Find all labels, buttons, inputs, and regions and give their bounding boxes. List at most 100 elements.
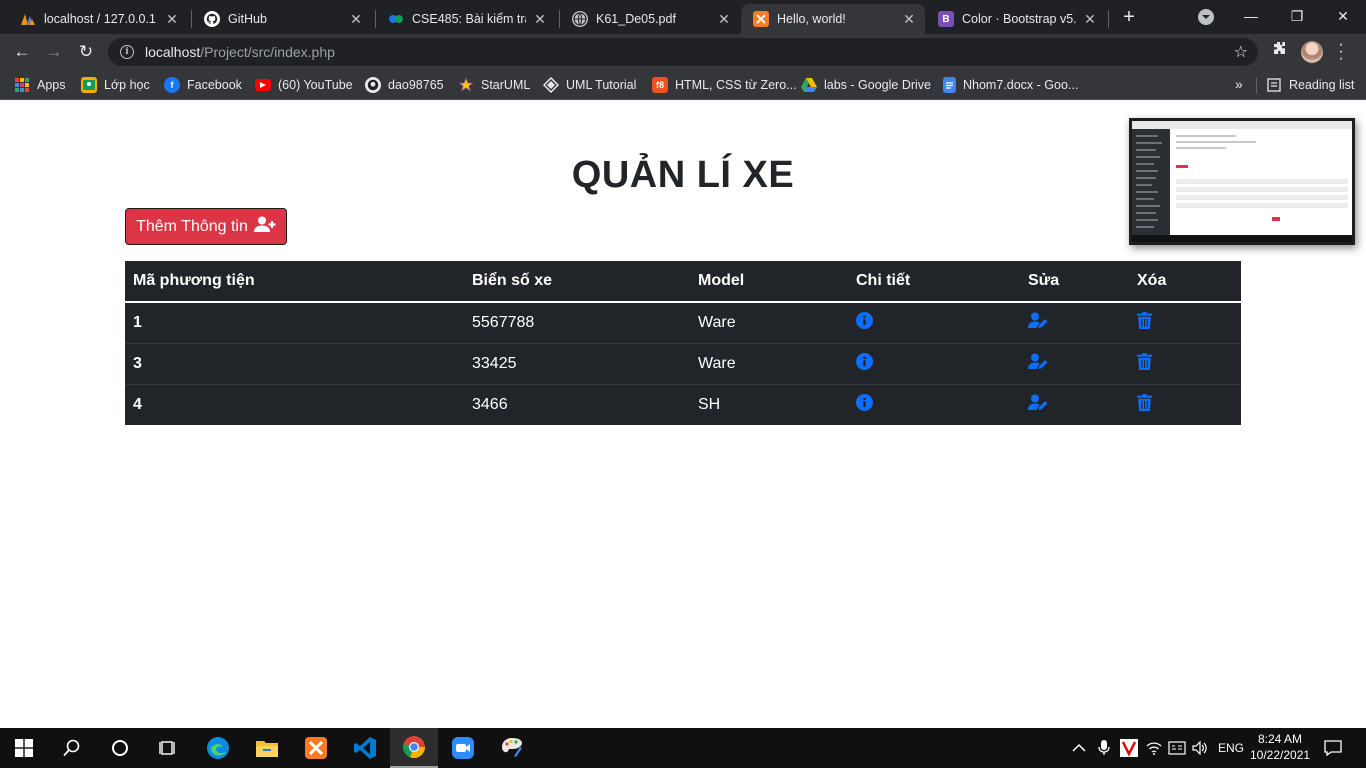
wifi-icon[interactable] bbox=[1146, 728, 1162, 768]
bookmark-google-drive[interactable]: labs - Google Drive bbox=[801, 76, 931, 94]
user-edit-icon[interactable] bbox=[1028, 353, 1049, 375]
screenshot-preview-thumbnail[interactable] bbox=[1129, 118, 1355, 245]
bookmark-star-icon[interactable]: ☆ bbox=[1234, 42, 1248, 62]
bookmark-apps[interactable]: Apps bbox=[14, 76, 66, 94]
back-icon[interactable]: ← bbox=[9, 39, 35, 65]
github-icon bbox=[365, 77, 381, 93]
detail-cell bbox=[848, 301, 1020, 343]
tab-search-icon[interactable] bbox=[1198, 9, 1214, 25]
close-icon[interactable]: ✕ bbox=[348, 11, 364, 28]
tab-bootstrap[interactable]: B Color · Bootstrap v5.1 ✕ bbox=[926, 4, 1106, 34]
tab-phpmyadmin[interactable]: localhost / 127.0.0.1 / d ✕ bbox=[8, 4, 188, 34]
trash-icon[interactable] bbox=[1137, 311, 1152, 334]
table-row: 1 5567788 Ware bbox=[125, 301, 1241, 343]
license-plate: 3466 bbox=[464, 383, 690, 425]
tab-title: CSE485: Bài kiểm tra G bbox=[412, 12, 526, 26]
microphone-icon[interactable] bbox=[1098, 728, 1110, 768]
info-circle-icon[interactable] bbox=[856, 311, 873, 334]
forward-icon[interactable]: → bbox=[41, 39, 67, 65]
bookmark-label: HTML, CSS từ Zero... bbox=[675, 78, 797, 92]
user-plus-icon bbox=[253, 216, 276, 238]
close-icon[interactable]: ✕ bbox=[716, 11, 732, 28]
license-plate: 5567788 bbox=[464, 301, 690, 343]
bookmark-f8[interactable]: f8 HTML, CSS từ Zero... bbox=[652, 76, 797, 94]
reload-icon[interactable]: ↻ bbox=[73, 39, 99, 65]
xampp-icon[interactable] bbox=[292, 728, 340, 768]
volume-icon[interactable] bbox=[1192, 728, 1208, 768]
close-icon[interactable]: ✕ bbox=[532, 11, 548, 28]
system-clock[interactable]: 8:24 AM 10/22/2021 bbox=[1250, 731, 1310, 763]
user-edit-icon[interactable] bbox=[1028, 312, 1049, 334]
reading-list-label: Reading list bbox=[1289, 78, 1355, 92]
profile-avatar[interactable] bbox=[1301, 41, 1323, 63]
notifications-icon[interactable] bbox=[1324, 728, 1342, 768]
user-edit-icon[interactable] bbox=[1028, 394, 1049, 416]
globe-icon bbox=[572, 11, 588, 27]
bookmark-label: labs - Google Drive bbox=[824, 78, 931, 92]
uml-icon bbox=[543, 77, 559, 93]
url-host: localhost bbox=[145, 44, 201, 60]
edit-cell bbox=[1020, 342, 1129, 384]
close-icon[interactable]: ✕ bbox=[164, 11, 180, 28]
bookmark-lop-hoc[interactable]: Lớp học bbox=[81, 76, 150, 94]
bookmark-nhom7-docx[interactable]: Nhom7.docx - Goo... bbox=[943, 76, 1078, 94]
new-tab-button[interactable]: + bbox=[1118, 6, 1140, 28]
tab-github[interactable]: GitHub ✕ bbox=[192, 4, 372, 34]
site-info-icon[interactable]: i bbox=[120, 45, 134, 59]
bookmark-label: dao98765 bbox=[388, 78, 444, 92]
more-bookmarks-button[interactable]: » bbox=[1235, 76, 1243, 92]
language-indicator[interactable]: ENG bbox=[1218, 728, 1244, 768]
close-icon[interactable]: ✕ bbox=[1082, 11, 1098, 28]
table-row: 3 33425 Ware bbox=[125, 342, 1241, 384]
cortana-icon[interactable] bbox=[96, 728, 144, 768]
tab-separator bbox=[1108, 10, 1109, 28]
bookmark-dao98765[interactable]: dao98765 bbox=[365, 76, 444, 94]
zoom-icon[interactable] bbox=[439, 728, 487, 768]
extensions-icon[interactable] bbox=[1270, 40, 1288, 58]
bookmark-label: (60) YouTube bbox=[278, 78, 353, 92]
paint-icon[interactable] bbox=[488, 728, 536, 768]
address-bar[interactable]: i localhost/Project/src/index.php ☆ bbox=[108, 38, 1258, 66]
file-explorer-icon[interactable] bbox=[243, 728, 291, 768]
phpmyadmin-icon bbox=[20, 11, 36, 27]
menu-kebab-icon[interactable]: · · · bbox=[1336, 37, 1346, 67]
detail-cell bbox=[848, 383, 1020, 425]
column-header-edit: Sửa bbox=[1020, 261, 1129, 303]
bookmark-youtube[interactable]: (60) YouTube bbox=[255, 76, 353, 94]
tab-hello-world[interactable]: Hello, world! ✕ bbox=[741, 4, 925, 34]
show-hidden-icons[interactable] bbox=[1072, 728, 1086, 768]
info-circle-icon[interactable] bbox=[856, 352, 873, 375]
start-icon[interactable] bbox=[0, 728, 48, 768]
tab-title: K61_De05.pdf bbox=[596, 12, 676, 26]
search-icon[interactable] bbox=[48, 728, 96, 768]
restore-button[interactable]: ❐ bbox=[1274, 0, 1320, 32]
vehicle-model: Ware bbox=[690, 301, 848, 343]
bookmark-label: Facebook bbox=[187, 78, 242, 92]
bookmark-facebook[interactable]: f Facebook bbox=[164, 76, 242, 94]
trash-icon[interactable] bbox=[1137, 352, 1152, 375]
tab-cse485[interactable]: CSE485: Bài kiểm tra G ✕ bbox=[376, 4, 556, 34]
license-plate: 33425 bbox=[464, 342, 690, 384]
vietkey-icon[interactable] bbox=[1120, 728, 1138, 768]
bookmark-label: Nhom7.docx - Goo... bbox=[963, 78, 1079, 92]
input-method-icon[interactable] bbox=[1168, 728, 1186, 768]
tab-title: GitHub bbox=[228, 12, 267, 26]
window-close-button[interactable]: ✕ bbox=[1320, 0, 1366, 32]
tab-pdf[interactable]: K61_De05.pdf ✕ bbox=[560, 4, 740, 34]
drive-icon bbox=[801, 77, 817, 93]
info-circle-icon[interactable] bbox=[856, 393, 873, 416]
minimize-button[interactable]: — bbox=[1228, 0, 1274, 32]
column-header-id: Mã phương tiện bbox=[125, 261, 464, 303]
task-view-icon[interactable] bbox=[144, 728, 192, 768]
edge-icon[interactable] bbox=[194, 728, 242, 768]
trash-icon[interactable] bbox=[1137, 393, 1152, 416]
bookmark-staruml[interactable]: StarUML bbox=[458, 76, 530, 94]
vscode-icon[interactable] bbox=[341, 728, 389, 768]
bootstrap-icon: B bbox=[938, 11, 954, 27]
close-icon[interactable]: ✕ bbox=[901, 11, 917, 28]
bookmark-uml-tutorial[interactable]: UML Tutorial bbox=[543, 76, 636, 94]
github-icon bbox=[204, 11, 220, 27]
add-info-button[interactable]: Thêm Thông tin bbox=[125, 208, 287, 245]
reading-list-button[interactable]: Reading list bbox=[1266, 76, 1354, 94]
chrome-icon[interactable] bbox=[390, 728, 438, 768]
